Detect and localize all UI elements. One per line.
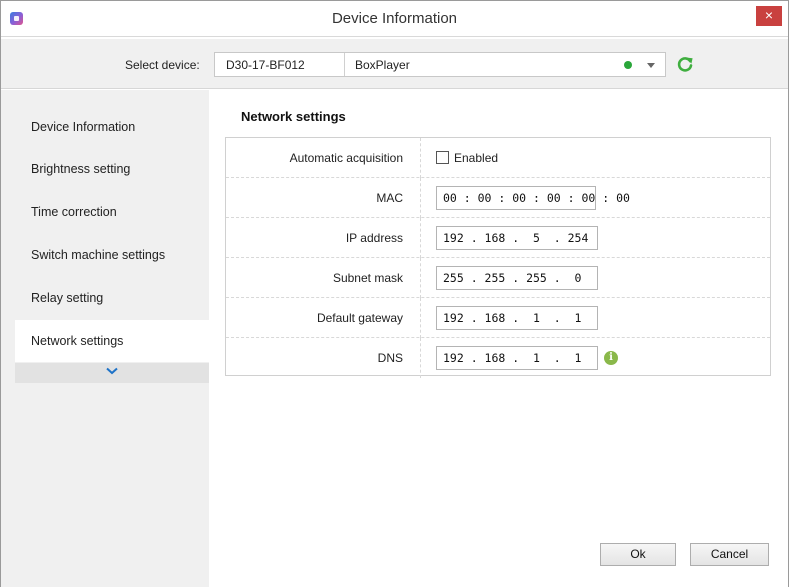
ip-address-field[interactable]: 192 . 168 . 5 . 254 [436,226,598,250]
column-divider [420,218,421,258]
chevron-down-icon[interactable] [647,63,655,68]
network-settings-form: Automatic acquisition Enabled MAC 00 : 0… [225,137,771,378]
column-divider [420,258,421,298]
row-dns: DNS 192 . 168 . 1 . 1 i [226,338,770,378]
dns-field[interactable]: 192 . 168 . 1 . 1 [436,346,598,370]
sidebar-scroll-more-button[interactable] [15,363,209,383]
mac-label: MAC [376,191,403,205]
ip-address-label: IP address [345,231,403,245]
device-id: D30-17-BF012 [226,58,305,72]
device-column-divider [344,53,345,76]
enabled-checkbox-label[interactable]: Enabled [454,151,498,165]
refresh-icon[interactable] [676,55,694,73]
column-divider [420,298,421,338]
sidebar-item-brightness-setting[interactable]: Brightness setting [15,148,209,190]
row-ip-address: IP address 192 . 168 . 5 . 254 [226,218,770,258]
subnet-mask-label: Subnet mask [332,271,403,285]
sidebar-item-switch-machine-settings[interactable]: Switch machine settings [15,234,209,276]
row-subnet-mask: Subnet mask 255 . 255 . 255 . 0 [226,258,770,298]
column-divider [420,138,421,178]
sidebar-item-network-settings[interactable]: Network settings [15,320,209,362]
window-title: Device Information [331,10,458,27]
section-title: Network settings [241,109,346,124]
cancel-button[interactable]: Cancel [690,543,769,566]
sidebar-item-relay-setting[interactable]: Relay setting [15,277,209,319]
device-selector-bar: Select device: D30-17-BF012 BoxPlayer [1,39,788,89]
automatic-acquisition-label: Automatic acquisition [289,151,403,165]
sidebar-item-time-correction[interactable]: Time correction [15,191,209,233]
settings-sidebar: Device Information Brightness setting Ti… [1,90,209,587]
device-information-window: Device Information × Select device: D30-… [0,0,789,587]
ok-button[interactable]: Ok [600,543,676,566]
column-divider [420,338,421,378]
row-mac: MAC 00 : 00 : 00 : 00 : 00 : 00 [226,178,770,218]
title-bar: Device Information × [1,1,788,37]
network-settings-panel: Network settings Automatic acquisition E… [209,90,788,587]
chevron-down-icon [106,367,118,375]
dns-label: DNS [377,351,403,365]
info-icon[interactable]: i [604,351,618,365]
default-gateway-label: Default gateway [316,311,403,325]
column-divider [420,178,421,218]
device-name: BoxPlayer [355,58,410,72]
device-dropdown[interactable]: D30-17-BF012 BoxPlayer [214,52,666,77]
close-icon: × [764,7,774,23]
row-automatic-acquisition: Automatic acquisition Enabled [226,138,770,178]
online-status-indicator [624,61,632,69]
sidebar-item-device-information[interactable]: Device Information [15,106,209,148]
close-button[interactable]: × [756,6,782,26]
mac-address-field[interactable]: 00 : 00 : 00 : 00 : 00 : 00 [436,186,630,210]
enabled-checkbox[interactable] [436,151,449,164]
subnet-mask-field[interactable]: 255 . 255 . 255 . 0 [436,266,598,290]
default-gateway-field[interactable]: 192 . 168 . 1 . 1 [436,306,598,330]
row-default-gateway: Default gateway 192 . 168 . 1 . 1 [226,298,770,338]
select-device-label: Select device: [125,58,200,72]
